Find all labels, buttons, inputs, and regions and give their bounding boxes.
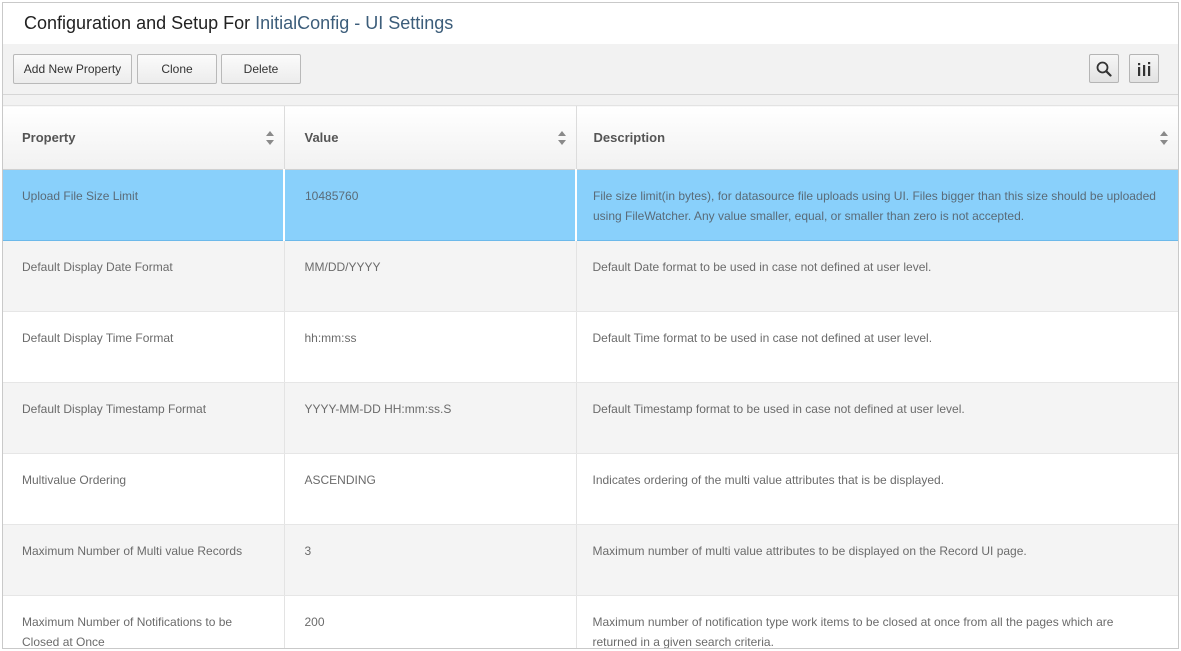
table-row[interactable]: Multivalue Ordering ASCENDING Indicates … bbox=[3, 453, 1178, 525]
value-cell: ASCENDING bbox=[283, 453, 576, 525]
properties-table: Property Value Description Upload File S… bbox=[3, 105, 1178, 648]
search-icon bbox=[1096, 61, 1112, 77]
toolbar: Add New Property Clone Delete bbox=[3, 44, 1178, 95]
sort-icon[interactable] bbox=[557, 130, 566, 145]
property-cell: Default Display Time Format bbox=[3, 311, 284, 383]
table-row[interactable]: Upload File Size Limit 10485760 File siz… bbox=[3, 169, 1178, 241]
property-cell: Upload File Size Limit bbox=[3, 169, 284, 241]
page-title: Configuration and Setup For InitialConfi… bbox=[3, 3, 1178, 44]
sort-icon[interactable] bbox=[1160, 130, 1168, 145]
columns-icon bbox=[1138, 61, 1151, 76]
description-cell: Maximum number of notification type work… bbox=[575, 595, 1178, 648]
description-cell: Maximum number of multi value attributes… bbox=[575, 524, 1178, 596]
description-cell: Default Date format to be used in case n… bbox=[575, 240, 1178, 312]
property-cell: Default Display Date Format bbox=[3, 240, 284, 312]
table-row[interactable]: Maximum Number of Multi value Records 3 … bbox=[3, 524, 1178, 596]
search-button[interactable] bbox=[1089, 54, 1119, 83]
column-header-label: Value bbox=[304, 130, 339, 145]
property-cell: Maximum Number of Multi value Records bbox=[3, 524, 284, 596]
column-header-value[interactable]: Value bbox=[283, 105, 576, 170]
value-cell: 3 bbox=[283, 524, 576, 596]
table-row[interactable]: Default Display Date Format MM/DD/YYYY D… bbox=[3, 240, 1178, 312]
column-header-label: Property bbox=[22, 130, 76, 145]
value-cell: 200 bbox=[283, 595, 576, 648]
property-cell: Multivalue Ordering bbox=[3, 453, 284, 525]
config-window: Configuration and Setup For InitialConfi… bbox=[2, 2, 1179, 649]
columns-button[interactable] bbox=[1129, 54, 1159, 83]
value-cell: YYYY-MM-DD HH:mm:ss.S bbox=[283, 382, 576, 454]
description-cell: Default Timestamp format to be used in c… bbox=[575, 382, 1178, 454]
description-cell: Indicates ordering of the multi value at… bbox=[575, 453, 1178, 525]
delete-button[interactable]: Delete bbox=[221, 54, 301, 84]
table-row[interactable]: Maximum Number of Notifications to be Cl… bbox=[3, 595, 1178, 648]
table-row[interactable]: Default Display Timestamp Format YYYY-MM… bbox=[3, 382, 1178, 454]
page-title-config-name: InitialConfig - UI Settings bbox=[255, 13, 454, 33]
property-cell: Maximum Number of Notifications to be Cl… bbox=[3, 595, 284, 648]
value-cell: hh:mm:ss bbox=[283, 311, 576, 383]
sort-icon[interactable] bbox=[265, 130, 274, 145]
column-header-description[interactable]: Description bbox=[575, 105, 1178, 170]
page-title-prefix: Configuration and Setup For bbox=[24, 13, 251, 33]
description-cell: Default Time format to be used in case n… bbox=[575, 311, 1178, 383]
description-cell: File size limit(in bytes), for datasourc… bbox=[575, 169, 1178, 241]
toolbar-spacer bbox=[3, 95, 1178, 105]
clone-button[interactable]: Clone bbox=[137, 54, 217, 84]
table-header-row: Property Value Description bbox=[3, 105, 1178, 170]
value-cell: 10485760 bbox=[283, 169, 576, 241]
add-new-property-button[interactable]: Add New Property bbox=[13, 54, 132, 84]
property-cell: Default Display Timestamp Format bbox=[3, 382, 284, 454]
column-header-property[interactable]: Property bbox=[3, 105, 284, 170]
table-row[interactable]: Default Display Time Format hh:mm:ss Def… bbox=[3, 311, 1178, 383]
column-header-label: Description bbox=[593, 130, 666, 145]
value-cell: MM/DD/YYYY bbox=[283, 240, 576, 312]
